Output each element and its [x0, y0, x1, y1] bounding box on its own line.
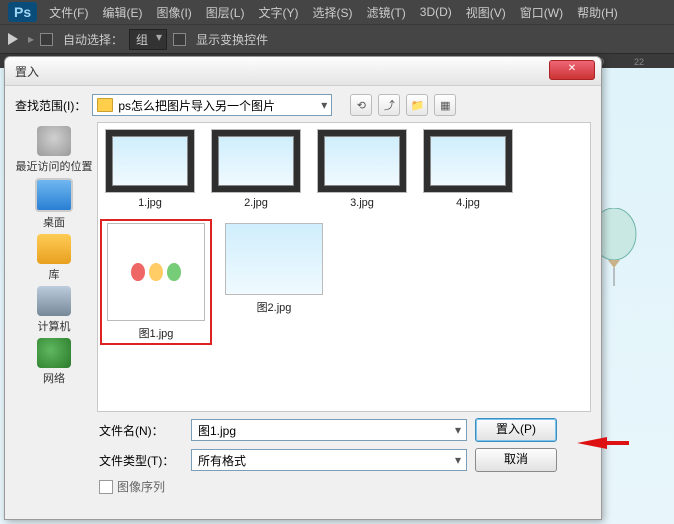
file-item[interactable]: 3.jpg: [316, 129, 408, 209]
new-folder-icon[interactable]: 📁: [406, 94, 428, 116]
place-libraries[interactable]: 库: [37, 234, 71, 282]
place-desktop[interactable]: 桌面: [35, 178, 73, 230]
ruler-tick: 22: [634, 57, 644, 67]
network-icon: [37, 338, 71, 368]
show-transform-label: 显示变换控件: [196, 31, 268, 48]
place-label: 计算机: [38, 318, 71, 334]
image-sequence-checkbox[interactable]: [99, 480, 113, 494]
place-label: 最近访问的位置: [16, 158, 93, 174]
lookin-value: ps怎么把图片导入另一个图片: [118, 97, 275, 114]
menu-select[interactable]: 选择(S): [312, 4, 352, 21]
file-name: 4.jpg: [456, 197, 480, 209]
dialog-titlebar[interactable]: 置入 ✕: [5, 57, 601, 86]
back-icon[interactable]: ⟲: [350, 94, 372, 116]
file-name: 1.jpg: [138, 197, 162, 209]
file-name: 图1.jpg: [139, 325, 174, 341]
menu-filter[interactable]: 滤镜(T): [366, 4, 405, 21]
place-computer[interactable]: 计算机: [37, 286, 71, 334]
menu-help[interactable]: 帮助(H): [577, 4, 618, 21]
place-recent[interactable]: 最近访问的位置: [16, 126, 93, 174]
filename-label: 文件名(N)：: [99, 422, 183, 439]
file-item-selected[interactable]: 图1.jpg: [104, 223, 208, 341]
computer-icon: [37, 286, 71, 316]
options-bar: ▸ 自动选择： 组 显示变换控件: [0, 24, 674, 53]
places-bar: 最近访问的位置 桌面 库 计算机 网络: [15, 122, 93, 412]
show-transform-checkbox[interactable]: [173, 33, 186, 46]
annotation-arrow: [577, 437, 607, 449]
thumbnail: [225, 223, 323, 295]
menu-layer[interactable]: 图层(L): [206, 4, 245, 21]
image-sequence-label: 图像序列: [117, 478, 165, 495]
libraries-icon: [37, 234, 71, 264]
file-name: 2.jpg: [244, 197, 268, 209]
thumbnail: [107, 223, 205, 321]
thumbnail: [317, 129, 407, 193]
thumbnail: [105, 129, 195, 193]
ps-logo: Ps: [8, 2, 37, 22]
file-name: 3.jpg: [350, 197, 374, 209]
up-icon[interactable]: ⤴: [378, 94, 400, 116]
recent-icon: [37, 126, 71, 156]
auto-select-checkbox[interactable]: [40, 33, 53, 46]
file-name: 图2.jpg: [257, 299, 292, 315]
close-button[interactable]: ✕: [549, 60, 595, 80]
menu-3d[interactable]: 3D(D): [420, 5, 452, 19]
filetype-dropdown[interactable]: 所有格式: [191, 449, 467, 471]
menu-image[interactable]: 图像(I): [156, 4, 191, 21]
menu-view[interactable]: 视图(V): [466, 4, 506, 21]
place-network[interactable]: 网络: [37, 338, 71, 386]
file-item[interactable]: 图2.jpg: [222, 223, 326, 341]
file-item[interactable]: 2.jpg: [210, 129, 302, 209]
desktop-icon: [35, 178, 73, 212]
place-dialog: 置入 ✕ 查找范围(I)： ps怎么把图片导入另一个图片 ⟲ ⤴ 📁 ▦: [4, 56, 602, 520]
lookin-label: 查找范围(I)：: [15, 97, 86, 114]
move-tool-icon[interactable]: [8, 33, 18, 45]
auto-select-label: 自动选择：: [63, 31, 123, 48]
cancel-button[interactable]: 取消: [475, 448, 557, 472]
file-item[interactable]: 4.jpg: [422, 129, 514, 209]
place-label: 库: [49, 266, 60, 282]
thumbnail: [211, 129, 301, 193]
lookin-dropdown[interactable]: ps怎么把图片导入另一个图片: [92, 94, 332, 116]
file-item[interactable]: 1.jpg: [104, 129, 196, 209]
menu-edit[interactable]: 编辑(E): [102, 4, 142, 21]
filename-value: 图1.jpg: [198, 422, 236, 439]
app-menubar: Ps 文件(F) 编辑(E) 图像(I) 图层(L) 文字(Y) 选择(S) 滤…: [0, 0, 674, 24]
menu-window[interactable]: 窗口(W): [520, 4, 563, 21]
file-list[interactable]: 1.jpg 2.jpg 3.jpg 4.jpg 图1.jpg 图2.jpg: [97, 122, 591, 412]
folder-icon: [97, 98, 113, 112]
thumbnail: [423, 129, 513, 193]
menu-file[interactable]: 文件(F): [49, 4, 88, 21]
filetype-label: 文件类型(T)：: [99, 452, 183, 469]
place-label: 桌面: [43, 214, 65, 230]
filetype-value: 所有格式: [198, 452, 246, 469]
menu-type[interactable]: 文字(Y): [258, 4, 298, 21]
filename-input[interactable]: 图1.jpg: [191, 419, 467, 441]
view-menu-icon[interactable]: ▦: [434, 94, 456, 116]
dialog-title: 置入: [15, 63, 39, 80]
place-label: 网络: [43, 370, 65, 386]
place-button[interactable]: 置入(P): [475, 418, 557, 442]
auto-select-dropdown[interactable]: 组: [129, 29, 167, 50]
